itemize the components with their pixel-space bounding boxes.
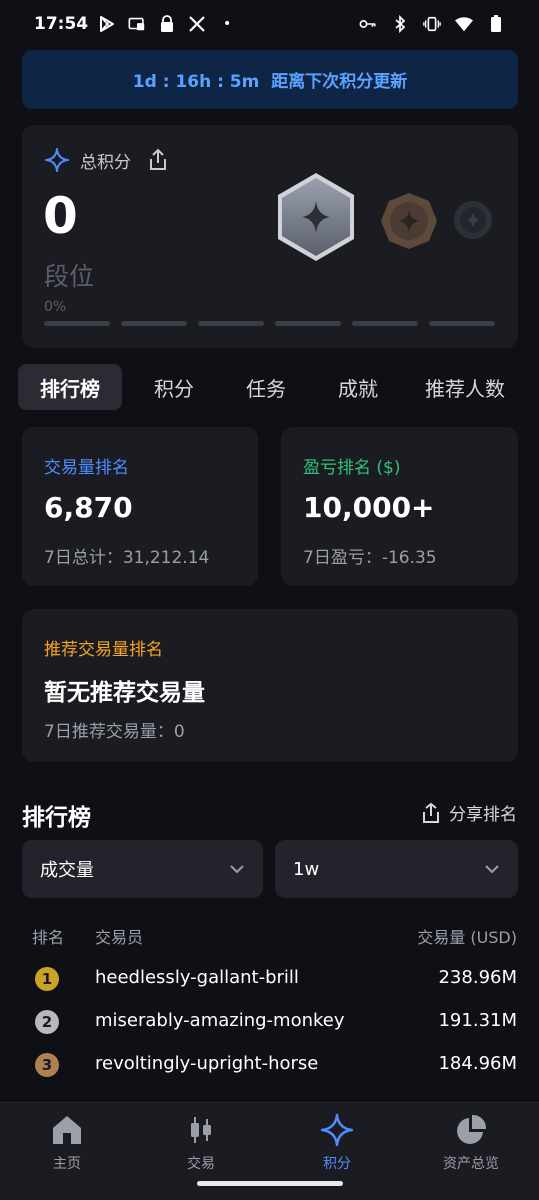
total-points-label: 总积分: [80, 152, 131, 173]
nav-home[interactable]: 主页: [0, 1113, 134, 1173]
referral-rank-value: 暂无推荐交易量: [44, 680, 205, 706]
period-select-value: 1w: [293, 858, 320, 880]
wifi-icon: [455, 15, 473, 33]
progress-segment: [352, 321, 418, 326]
table-row[interactable]: 1 heedlessly-gallant-brill 238.96M: [0, 965, 539, 995]
referral-volume-rank-card: 推荐交易量排名 暂无推荐交易量 7日推荐交易量：0: [22, 609, 518, 762]
countdown-text: 1d : 16h : 5m 距离下次积分更新: [132, 72, 408, 92]
period-select[interactable]: 1w: [275, 840, 518, 898]
tier-label: 段位: [44, 262, 95, 291]
bluetooth-icon: [391, 15, 409, 33]
silver-medal-icon: 2: [35, 1010, 59, 1034]
tab-achievements[interactable]: 成就: [306, 364, 410, 410]
column-volume: 交易量 (USD): [417, 928, 517, 947]
tab-tasks[interactable]: 任务: [226, 364, 306, 410]
nav-assets-label: 资产总览: [443, 1156, 499, 1172]
share-icon[interactable]: [147, 148, 169, 172]
total-points-card: 总积分 0 段位 0%: [22, 125, 518, 348]
trader-name: heedlessly-gallant-brill: [95, 967, 299, 988]
chevron-down-icon: [229, 864, 245, 874]
x-logo-icon: [188, 15, 206, 33]
points-update-countdown-banner: 1d : 16h : 5m 距离下次积分更新: [22, 50, 518, 109]
referral-7d-total: 7日推荐交易量：0: [44, 722, 185, 742]
trader-volume: 184.96M: [438, 1053, 517, 1074]
volume-rank-value: 6,870: [44, 491, 133, 524]
sparkle-icon: [44, 147, 70, 173]
referral-rank-title: 推荐交易量排名: [44, 640, 163, 660]
nav-assets[interactable]: 资产总览: [404, 1113, 538, 1173]
volume-7d-total: 7日总计：31,212.14: [44, 548, 210, 568]
battery-icon: [487, 15, 505, 33]
share-rank-label: 分享排名: [449, 805, 517, 825]
nav-points-label: 积分: [323, 1156, 351, 1172]
leaderboard-table-header: 排名 交易员 交易量 (USD): [0, 922, 539, 947]
nav-trade-label: 交易: [187, 1156, 215, 1172]
current-tier-badge-icon: [274, 171, 358, 267]
metric-select[interactable]: 成交量: [22, 840, 263, 898]
pnl-7d-total: 7日盈亏：-16.35: [303, 548, 437, 568]
nav-points[interactable]: 积分: [270, 1113, 404, 1173]
table-row[interactable]: 3 revoltingly-upright-horse 184.96M: [0, 1051, 539, 1081]
play-store-icon: [98, 15, 116, 33]
status-bar: 17:54 •: [0, 0, 539, 48]
tier-progress-percent: 0%: [44, 299, 67, 315]
share-icon: [421, 802, 441, 824]
nav-trade[interactable]: 交易: [134, 1113, 268, 1173]
total-points-value: 0: [43, 187, 78, 245]
status-time: 17:54: [34, 14, 89, 34]
gold-medal-icon: 1: [35, 967, 59, 991]
progress-segment: [275, 321, 341, 326]
sparkle-icon: [320, 1113, 354, 1147]
tab-referrals[interactable]: 推荐人数: [410, 364, 520, 410]
notification-dot: •: [222, 16, 232, 32]
pnl-rank-title: 盈亏排名 ($): [303, 458, 401, 478]
table-row[interactable]: 2 miserably-amazing-monkey 191.31M: [0, 1008, 539, 1038]
metric-select-value: 成交量: [40, 860, 94, 881]
volume-rank-title: 交易量排名: [44, 458, 129, 478]
bronze-medal-icon: 3: [35, 1053, 59, 1077]
section-tabs: 排行榜 积分 任务 成就 推荐人数: [18, 364, 539, 410]
progress-segment: [429, 321, 495, 326]
volume-rank-card: 交易量排名 6,870 7日总计：31,212.14: [22, 427, 258, 586]
tier-progress-bar: [44, 321, 495, 326]
progress-segment: [121, 321, 187, 326]
home-icon: [50, 1113, 84, 1147]
key-icon: [359, 15, 377, 33]
trader-name: revoltingly-upright-horse: [95, 1053, 319, 1074]
leaderboard-title: 排行榜: [22, 805, 91, 831]
cast-screen-icon: [128, 15, 146, 33]
vibrate-icon: [423, 15, 441, 33]
tab-leaderboard[interactable]: 排行榜: [18, 364, 122, 410]
nav-home-label: 主页: [53, 1156, 81, 1172]
column-rank: 排名: [32, 928, 65, 947]
progress-segment: [44, 321, 110, 326]
trader-volume: 191.31M: [438, 1010, 517, 1031]
home-gesture-bar[interactable]: [197, 1181, 343, 1186]
locked-tier-badge-icon: [452, 199, 494, 245]
column-trader: 交易员: [95, 928, 144, 947]
pnl-rank-value: 10,000+: [303, 491, 435, 524]
tab-points[interactable]: 积分: [122, 364, 226, 410]
trader-name: miserably-amazing-monkey: [95, 1010, 345, 1031]
pnl-rank-card: 盈亏排名 ($) 10,000+ 7日盈亏：-16.35: [281, 427, 518, 586]
progress-segment: [198, 321, 264, 326]
trader-volume: 238.96M: [438, 967, 517, 988]
bronze-tier-badge-icon: [379, 191, 439, 255]
candlestick-icon: [184, 1113, 218, 1147]
share-rank-button[interactable]: 分享排名: [421, 800, 517, 825]
lock-bag-icon: [158, 15, 176, 33]
chevron-down-icon: [484, 864, 500, 874]
pie-chart-icon: [454, 1113, 488, 1147]
